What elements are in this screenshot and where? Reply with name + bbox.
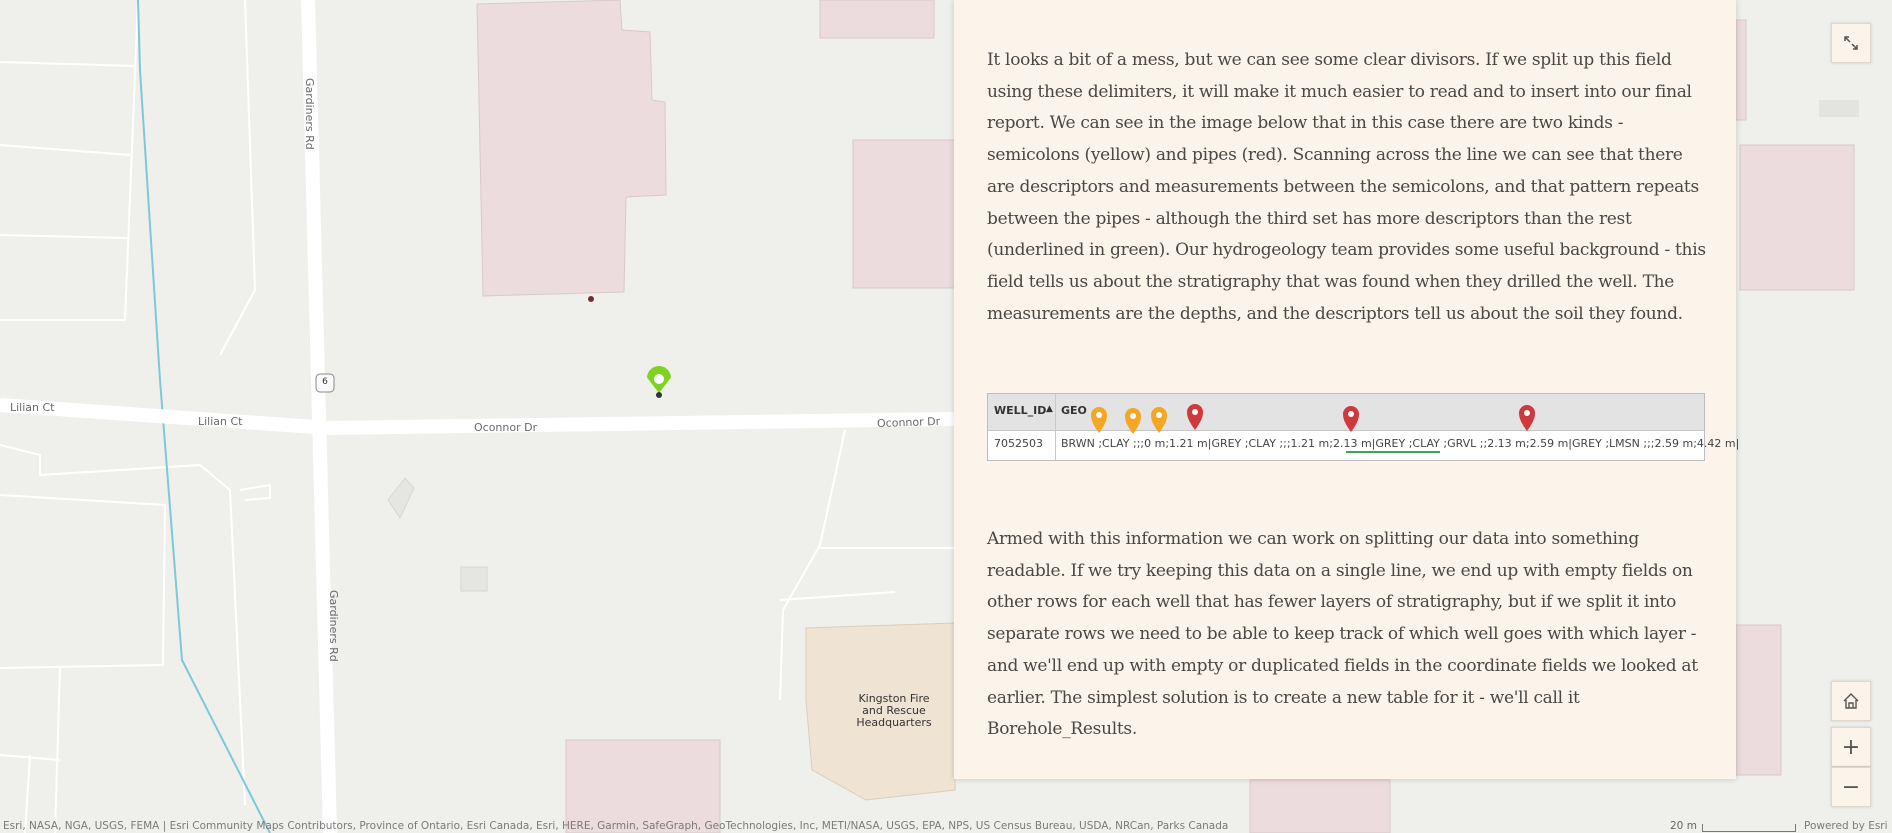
street-label: Lilian Ct <box>10 401 55 414</box>
powered-by-esri-link[interactable]: Powered by Esri <box>1804 820 1888 832</box>
home-button[interactable] <box>1831 681 1871 721</box>
map-attribution[interactable]: Esri, NASA, NGA, USGS, FEMA | Esri Commu… <box>3 820 1228 832</box>
semicolon-pin-icon <box>1125 408 1141 434</box>
street-label: Gardiners Rd <box>303 78 316 150</box>
pipe-pin-icon <box>1519 405 1535 431</box>
zoom-out-button[interactable]: − <box>1831 767 1871 807</box>
route-shield-label: 6 <box>322 377 328 387</box>
home-icon <box>1843 693 1859 709</box>
scale-label: 20 m <box>1670 820 1697 832</box>
figure-row-id: 7052503 <box>994 437 1043 450</box>
semicolon-pin-icon <box>1091 407 1107 433</box>
story-paragraph: It looks a bit of a mess, but we can see… <box>987 50 1706 324</box>
street-label: Oconnor Dr <box>876 414 941 431</box>
semicolon-pin-icon <box>1151 407 1167 433</box>
zoom-in-button[interactable]: + <box>1831 727 1871 767</box>
street-label: Lilian Ct <box>198 415 243 428</box>
location-marker[interactable] <box>647 366 671 398</box>
figure-row-geo: BRWN ;CLAY ;;;0 m;1.21 m|GREY ;CLAY ;;;1… <box>1061 437 1740 450</box>
scale-bar <box>1702 824 1796 832</box>
expand-button[interactable] <box>1831 23 1871 63</box>
sort-ascending-icon: ▲ <box>1046 404 1053 414</box>
pipe-pin-icon <box>1187 404 1203 430</box>
expand-icon <box>1844 36 1858 50</box>
green-underline <box>1346 451 1440 453</box>
figure-col-geo: GEO <box>1061 404 1087 417</box>
street-label: Oconnor Dr <box>474 421 538 434</box>
figure-col-well-id: WELL_ID <box>994 404 1047 417</box>
story-panel[interactable]: It looks a bit of a mess, but we can see… <box>954 0 1739 779</box>
street-label: Gardiners Rd <box>327 590 340 662</box>
poi-label: Kingston Fire and Rescue Headquarters <box>856 692 932 729</box>
pipe-pin-icon <box>1343 406 1359 432</box>
delimiter-figure: WELL_ID ▲ GEO 7052503 BRWN ;CLAY ;;;0 m;… <box>987 393 1739 461</box>
story-paragraph: Armed with this information we can work … <box>987 529 1698 740</box>
figure-column-divider <box>1055 394 1056 460</box>
